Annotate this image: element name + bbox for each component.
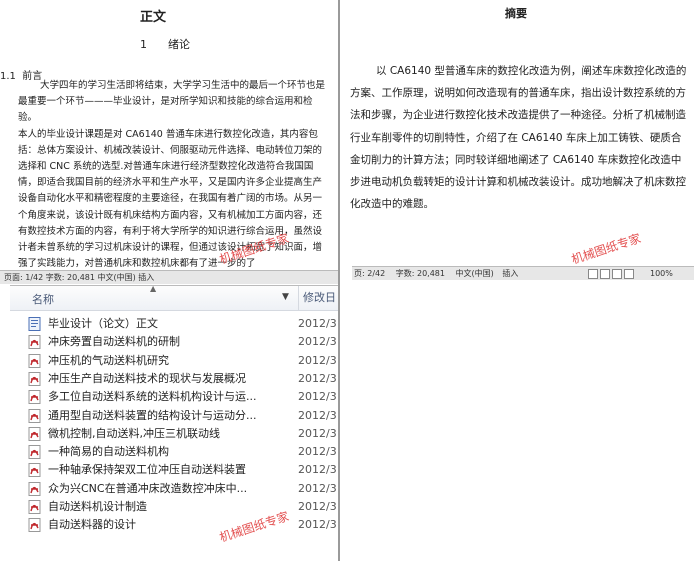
file-date: 2012/3 <box>298 353 337 367</box>
file-name: 冲压机的气动送料机研究 <box>48 353 169 367</box>
pdf-icon <box>28 390 41 405</box>
file-row[interactable]: 一种简易的自动送料机构 2012/3 <box>10 443 338 461</box>
status-words[interactable]: 字数: 20,481 <box>388 269 445 278</box>
pdf-icon <box>28 408 41 423</box>
file-date: 2012/3 <box>298 481 337 495</box>
file-row[interactable]: 毕业设计（论文）正文 2012/3 <box>10 315 338 333</box>
right-status-bar: 页: 2/42 字数: 20,481 中文(中国) 插入 100% <box>352 266 694 280</box>
pdf-icon <box>28 518 41 533</box>
file-name: 多工位自动送料系统的送料机构设计与运... <box>48 390 257 404</box>
pdf-icon <box>28 481 41 496</box>
doc-title: 正文 <box>140 10 167 25</box>
abstract-body: 以 CA6140 型普通车床的数控化改造为例，阐述车床数控化改造的方案、工作原理… <box>350 60 688 215</box>
column-header: ▲ 名称 ▼ 修改日 <box>10 284 338 311</box>
file-name: 一种简易的自动送料机构 <box>48 445 169 459</box>
chapter-heading: 1 绪论 <box>140 38 190 51</box>
file-row[interactable]: 冲床旁置自动送料机的研制 2012/3 <box>10 333 338 351</box>
file-row[interactable]: 众为兴CNC在普通冲床改造数控冲床中... 2012/3 <box>10 480 338 498</box>
zoom-level[interactable]: 100% <box>650 267 673 280</box>
sort-arrow-icon[interactable]: ▲ <box>150 284 156 293</box>
file-name: 微机控制,自动送料,冲压三机联动线 <box>48 426 220 440</box>
file-row[interactable]: 冲压机的气动送料机研究 2012/3 <box>10 352 338 370</box>
abstract-paragraph: 以 CA6140 型普通车床的数控化改造为例，阐述车床数控化改造的方案、工作原理… <box>350 65 687 211</box>
abstract-title: 摘要 <box>505 7 527 20</box>
status-page[interactable]: 页: 2/42 <box>352 269 385 278</box>
file-date: 2012/3 <box>298 445 337 459</box>
file-name: 冲压生产自动送料技术的现状与发展概况 <box>48 371 246 385</box>
status-language[interactable]: 中文(中国) <box>448 269 494 278</box>
file-name: 毕业设计（论文）正文 <box>48 317 158 330</box>
pane-divider <box>338 0 340 561</box>
left-status-text: 页面: 1/42 字数: 20,481 中文(中国) 插入 <box>4 273 155 282</box>
paragraph-1: 大学四年的学习生活即将结束，大学学习生活中的最后一个环节也是最重要一个环节———… <box>18 80 326 124</box>
file-name: 一种轴承保持架双工位冲压自动送料装置 <box>48 463 246 477</box>
file-date: 2012/3 <box>298 500 337 513</box>
watermark: 机械图纸专家 <box>569 231 643 267</box>
view-layout-icons[interactable] <box>588 269 634 283</box>
file-name: 众为兴CNC在普通冲床改造数控冲床中... <box>48 481 248 495</box>
file-name: 自动送料机设计制造 <box>48 500 147 513</box>
file-date: 2012/3 <box>298 408 337 422</box>
file-row[interactable]: 微机控制,自动送料,冲压三机联动线 2012/3 <box>10 425 338 443</box>
left-status-bar: 页面: 1/42 字数: 20,481 中文(中国) 插入 <box>0 270 338 284</box>
file-row[interactable]: 一种轴承保持架双工位冲压自动送料装置 2012/3 <box>10 461 338 479</box>
word-doc-icon <box>28 317 41 331</box>
file-name: 通用型自动送料装置的结构设计与运动分... <box>48 408 257 422</box>
pdf-icon <box>28 500 41 514</box>
file-date: 2012/3 <box>298 426 337 440</box>
file-row[interactable]: 冲压生产自动送料技术的现状与发展概况 2012/3 <box>10 370 338 388</box>
pdf-icon <box>28 371 41 386</box>
pdf-icon <box>28 335 41 350</box>
paragraph-2: 本人的毕业设计课题是对 CA6140 普通车床进行数控化改造，其内容包括：总体方… <box>18 128 323 270</box>
file-date: 2012/3 <box>298 518 337 532</box>
file-date: 2012/3 <box>298 317 337 330</box>
file-row[interactable]: 自动送料机设计制造 2012/3 <box>10 498 338 516</box>
status-mode[interactable]: 插入 <box>496 269 518 278</box>
pdf-icon <box>28 426 41 441</box>
file-row[interactable]: 多工位自动送料系统的送料机构设计与运... 2012/3 <box>10 388 338 406</box>
file-name: 冲床旁置自动送料机的研制 <box>48 335 180 349</box>
chevron-down-icon[interactable]: ▼ <box>282 292 289 302</box>
pdf-icon <box>28 353 41 368</box>
column-name-header[interactable]: 名称 <box>32 291 54 307</box>
file-date: 2012/3 <box>298 390 337 404</box>
file-date: 2012/3 <box>298 371 337 385</box>
pdf-icon <box>28 463 41 478</box>
file-row[interactable]: 通用型自动送料装置的结构设计与运动分... 2012/3 <box>10 407 338 425</box>
file-date: 2012/3 <box>298 463 337 477</box>
file-date: 2012/3 <box>298 335 337 349</box>
pdf-icon <box>28 445 41 460</box>
column-date-header[interactable]: 修改日 <box>298 286 336 310</box>
